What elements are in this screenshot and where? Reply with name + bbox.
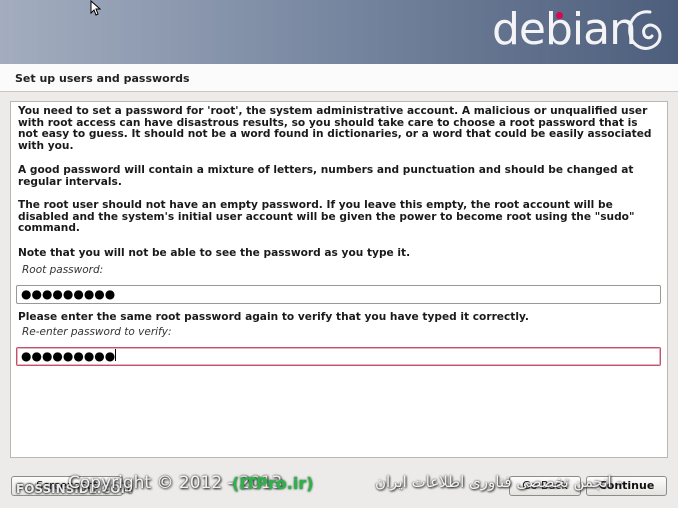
verify-password-input[interactable]: ●●●●●●●●● (16, 347, 661, 366)
watermark-site: (ITPro.ir) (232, 474, 314, 493)
root-password-input[interactable]: ●●●●●●●●● (16, 285, 661, 304)
debian-swirl-icon (628, 10, 662, 50)
empty-password-note: The root user should not have an empty p… (18, 199, 635, 235)
root-password-value: ●●●●●●●●● (21, 287, 116, 301)
root-password-label: Root password: (22, 264, 104, 276)
content-panel (10, 101, 668, 458)
mouse-pointer-icon (90, 0, 102, 16)
debian-logo-dot (556, 12, 563, 19)
page-title: Set up users and passwords (15, 72, 190, 85)
good-password-advice: A good password will contain a mixture o… (18, 164, 634, 188)
hidden-typing-note: Note that you will not be able to see th… (18, 247, 411, 259)
verify-password-label: Re-enter password to verify: (22, 326, 172, 338)
text-caret (115, 349, 117, 361)
verify-password-value: ●●●●●●●●● (21, 349, 116, 363)
watermark-persian: - انجمن تخصصی فناوری اطلاعات ایران (375, 473, 622, 491)
verify-instruction: Please enter the same root password agai… (18, 311, 529, 323)
debian-logo-text: debian (492, 4, 637, 55)
root-password-explanation: You need to set a password for 'root', t… (18, 105, 652, 152)
